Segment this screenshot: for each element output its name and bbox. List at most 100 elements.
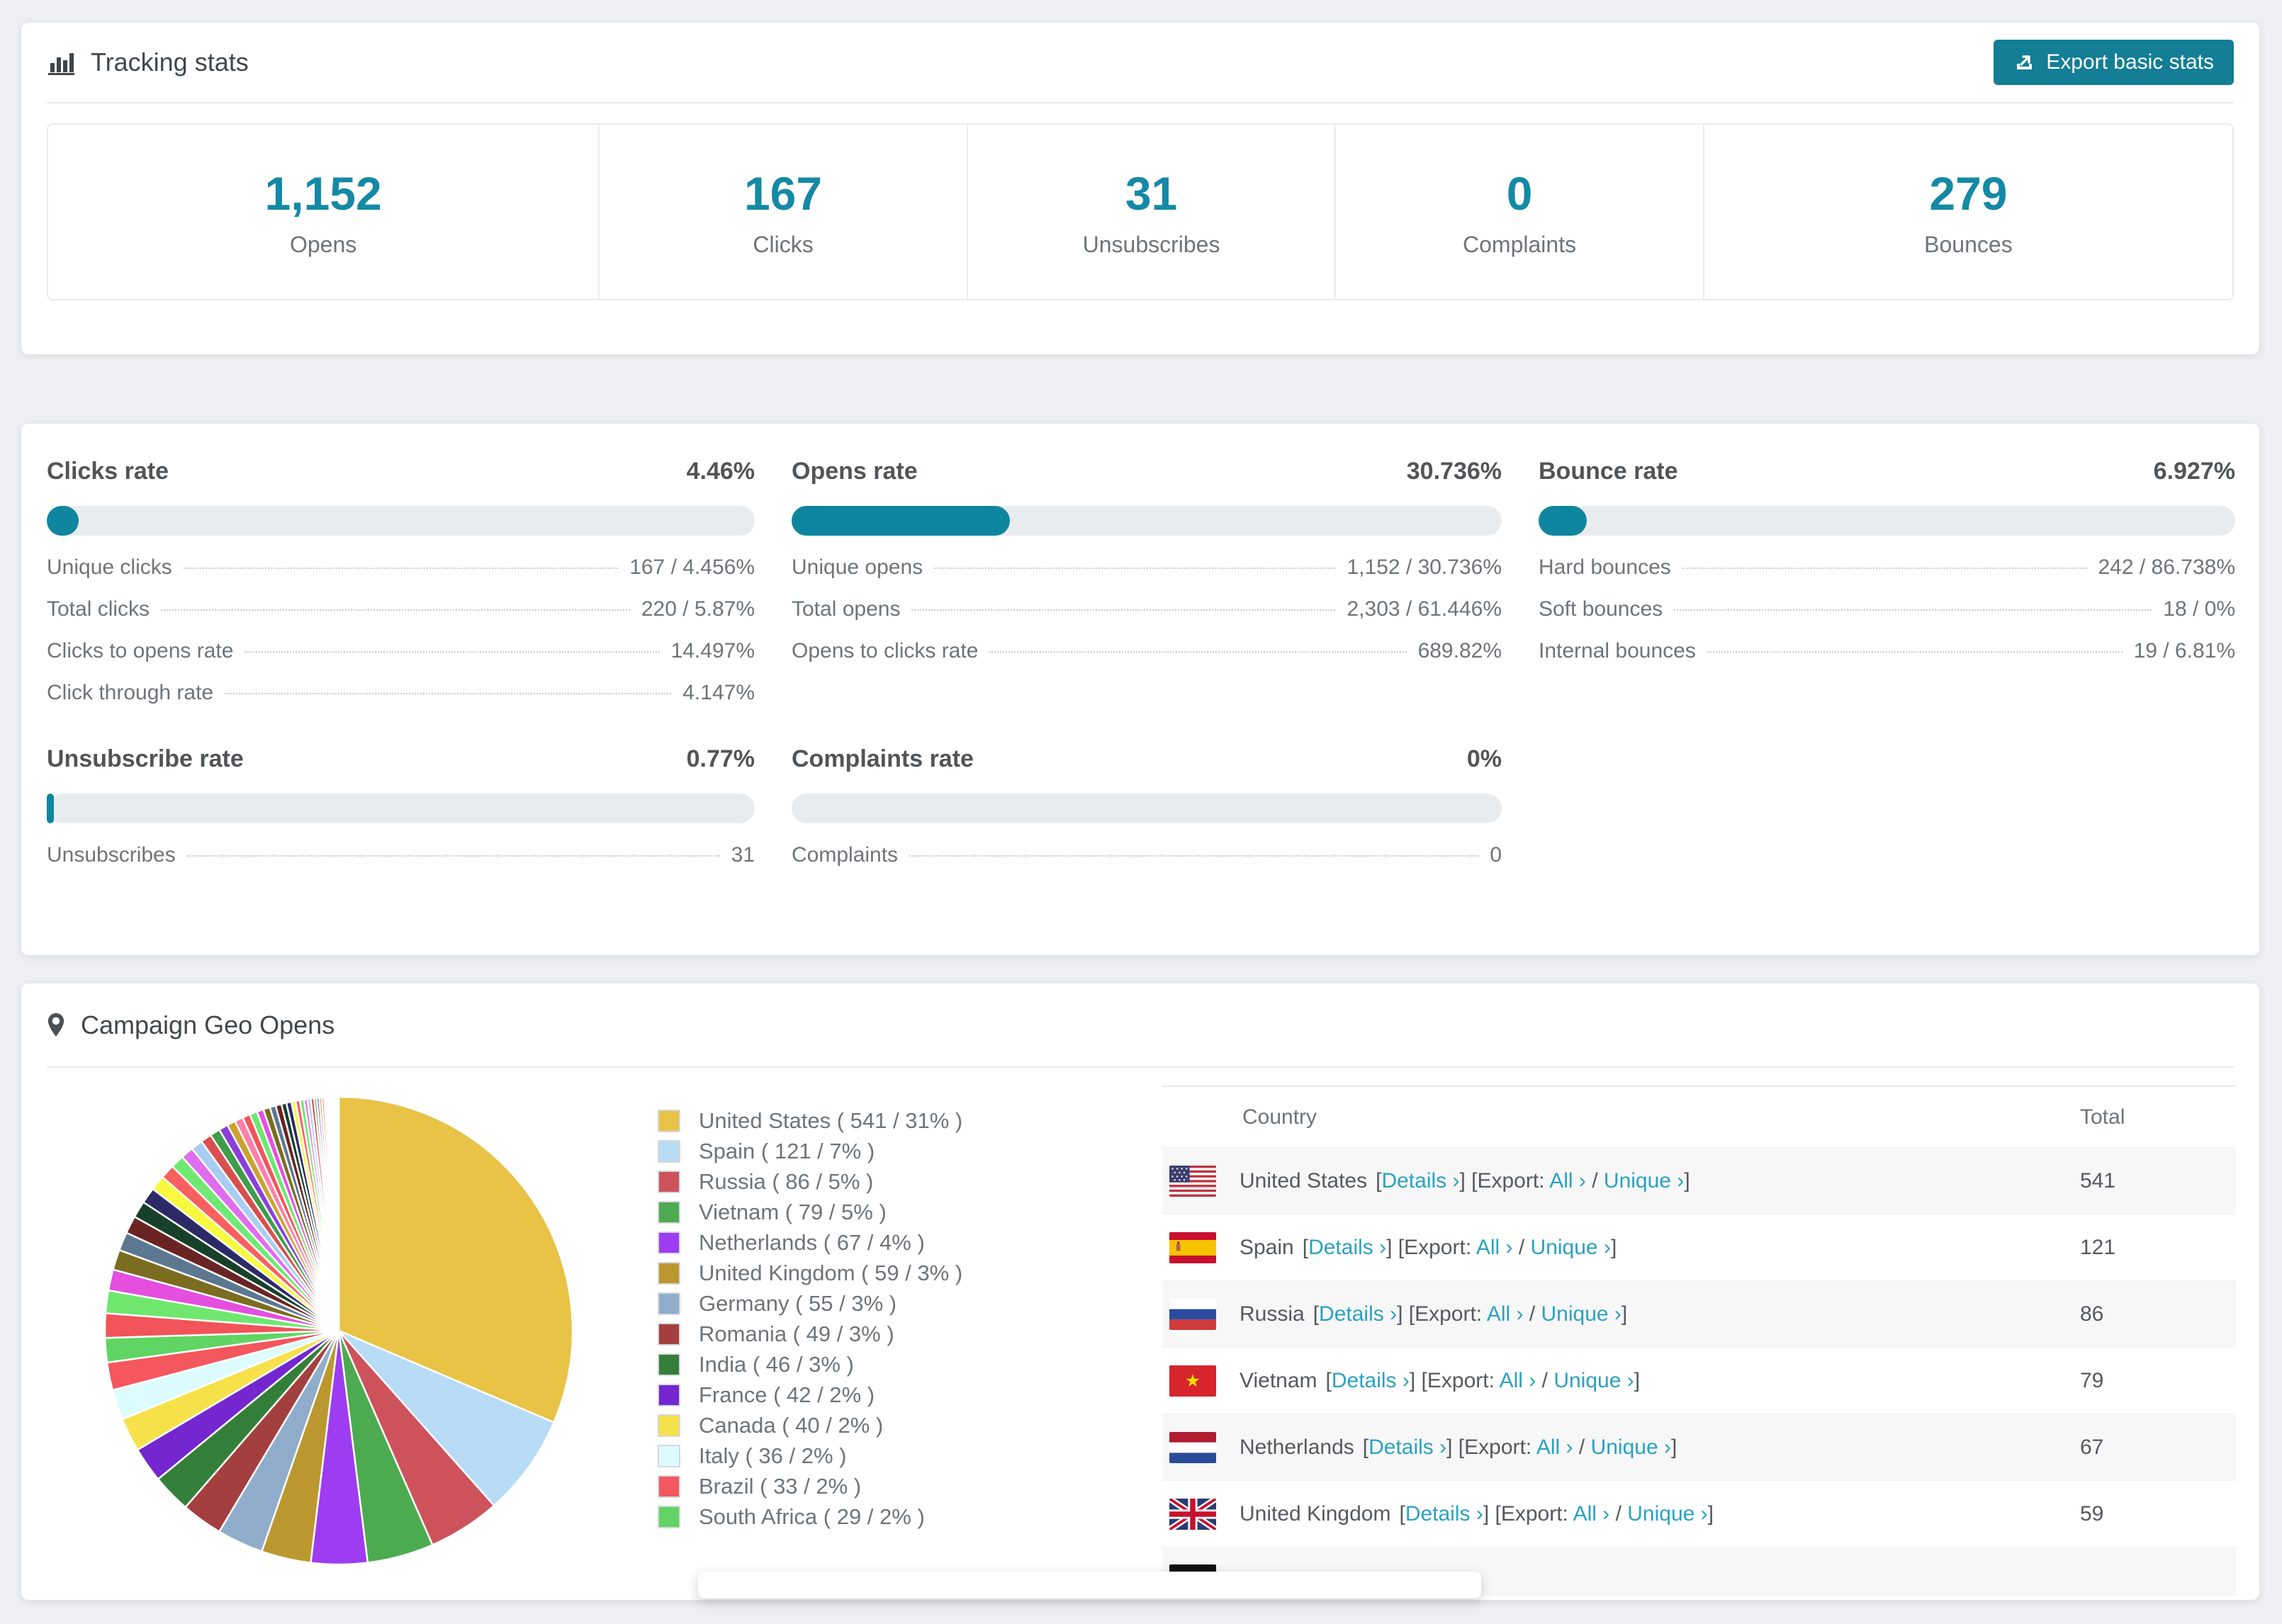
legend-item-south-africa: South Africa ( 29 / 2% ) <box>658 1501 962 1532</box>
tracking-stats-card: Tracking stats Export basic stats 1,152 O… <box>21 23 2259 354</box>
rate-row-value: 4.147% <box>682 681 755 704</box>
rate-block-unsubscribe-rate: Unsubscribe rate 0.77% Unsubscribes 31 <box>47 745 755 885</box>
dotted-leader <box>183 568 619 569</box>
bracket-open: [ <box>1325 1368 1332 1392</box>
export-unique-link[interactable]: Unique › <box>1604 1169 1684 1192</box>
rate-block-clicks-rate: Clicks rate 4.46% Unique clicks 167 / 4.456… <box>47 458 755 723</box>
bracket-close: ] <box>1610 1235 1617 1259</box>
progress-bar-clicks-rate <box>47 506 755 536</box>
legend-swatch-spain <box>658 1139 680 1163</box>
floating-overlay <box>698 1572 1481 1598</box>
progress-fill <box>792 506 1010 536</box>
export-button-label: Export basic stats <box>2046 50 2214 74</box>
legend-label: India ( 46 / 3% ) <box>699 1351 854 1377</box>
details-link[interactable]: Details › <box>1319 1302 1397 1326</box>
rate-value: 30.736% <box>1406 458 1502 485</box>
legend-label: United Kingdom ( 59 / 3% ) <box>699 1260 963 1285</box>
progress-fill <box>1539 506 1587 536</box>
legend-label: Canada ( 40 / 2% ) <box>699 1412 884 1438</box>
link-separator: / <box>1512 1235 1531 1259</box>
rate-detail-rows: Unique opens 1,152 / 30.736% Total opens 2,… <box>792 556 1502 681</box>
total-cell: 121 <box>2080 1235 2116 1259</box>
geo-header: Campaign Geo Opens <box>21 983 2259 1066</box>
legend-item-spain: Spain ( 121 / 7% ) <box>658 1136 962 1166</box>
export-all-link[interactable]: All › <box>1549 1169 1586 1192</box>
rate-row-label: Internal bounces <box>1539 639 1696 662</box>
legend-item-russia: Russia ( 86 / 5% ) <box>658 1166 962 1197</box>
campaign-geo-opens-card: Campaign Geo Opens United States ( 541 /… <box>21 983 2259 1600</box>
rate-block-complaints-rate: Complaints rate 0% Complaints 0 <box>792 745 1502 885</box>
link-separator: / <box>1585 1168 1604 1192</box>
rate-row-total-clicks: Total clicks 220 / 5.87% <box>47 597 755 639</box>
pie-slice-other[interactable] <box>337 1095 340 1332</box>
rate-row-value: 689.82% <box>1417 639 1502 662</box>
rate-row-label: Click through rate <box>47 681 214 704</box>
details-link[interactable]: Details › <box>1368 1436 1446 1459</box>
details-link[interactable]: Details › <box>1308 1236 1386 1259</box>
legend-label: Romania ( 49 / 3% ) <box>699 1321 894 1346</box>
country-cell: United Kingdom [Details ›] [Export: All ›… <box>1162 1498 2080 1530</box>
stat-card-unsubscribes: 31 Unsubscribes <box>966 125 1335 299</box>
legend-swatch-united-states <box>658 1109 680 1132</box>
nl-flag-icon <box>1169 1431 1216 1463</box>
legend-swatch-france <box>658 1383 680 1406</box>
export-all-link[interactable]: All › <box>1500 1369 1536 1392</box>
legend-label: South Africa ( 29 / 2% ) <box>699 1504 925 1529</box>
bracket-close: ] <box>1707 1501 1714 1526</box>
geo-opens-pie-chart <box>103 1095 574 1566</box>
legend-swatch-brazil <box>658 1474 680 1498</box>
rate-row-value: 0 <box>1490 843 1502 867</box>
rate-row-value: 19 / 6.81% <box>2133 639 2235 662</box>
export-unique-link[interactable]: Unique › <box>1553 1369 1634 1392</box>
legend-item-netherlands: Netherlands ( 67 / 4% ) <box>658 1227 962 1258</box>
export-all-link[interactable]: All › <box>1476 1236 1513 1259</box>
export-all-link[interactable]: All › <box>1536 1436 1573 1459</box>
legend-label: Russia ( 86 / 5% ) <box>699 1168 874 1194</box>
country-name: Russia <box>1240 1302 1305 1326</box>
export-unique-link[interactable]: Unique › <box>1627 1502 1707 1526</box>
rate-row-label: Unique opens <box>792 556 923 579</box>
rate-value: 0% <box>1466 745 1502 772</box>
legend-swatch-south-africa <box>658 1505 680 1528</box>
rate-row-label: Hard bounces <box>1539 556 1671 579</box>
legend-swatch-russia <box>658 1170 680 1193</box>
details-link[interactable]: Details › <box>1381 1169 1459 1192</box>
dotted-leader <box>911 609 1336 611</box>
rate-row-unsubscribes: Unsubscribes 31 <box>47 843 755 885</box>
legend-swatch-canada <box>658 1414 680 1437</box>
export-all-link[interactable]: All › <box>1573 1502 1610 1526</box>
legend-item-india: India ( 46 / 3% ) <box>658 1349 962 1380</box>
export-unique-link[interactable]: Unique › <box>1591 1436 1671 1459</box>
export-unique-link[interactable]: Unique › <box>1541 1302 1621 1326</box>
rates-card: Clicks rate 4.46% Unique clicks 167 / 4.456… <box>21 424 2259 955</box>
country-name: United States <box>1240 1168 1368 1192</box>
stat-label-bounces: Bounces <box>1924 231 2013 257</box>
rate-title: Opens rate <box>792 458 918 485</box>
link-separator: / <box>1573 1435 1591 1459</box>
stat-label-clicks: Clicks <box>753 231 814 257</box>
stat-value-complaints: 0 <box>1506 167 1533 220</box>
dotted-leader <box>1707 651 2123 653</box>
details-link[interactable]: Details › <box>1405 1502 1483 1526</box>
legend-item-romania: Romania ( 49 / 3% ) <box>658 1319 962 1349</box>
dotted-leader <box>989 651 1407 653</box>
rate-head-complaints-rate: Complaints rate 0% <box>792 745 1502 785</box>
us-flag-icon <box>1169 1165 1216 1197</box>
tracking-stats-title-row: Tracking stats <box>47 47 249 77</box>
bracket-open: [ <box>1399 1501 1405 1526</box>
stat-card-bounces: 279 Bounces <box>1702 125 2232 299</box>
export-basic-stats-button[interactable]: Export basic stats <box>1994 40 2234 85</box>
rate-row-value: 1,152 / 30.736% <box>1347 556 1502 579</box>
table-row-spain: Spain [Details ›] [Export: All › / Unique… <box>1162 1214 2236 1280</box>
bracket-open: [ <box>1362 1435 1369 1459</box>
table-row-netherlands: Netherlands [Details ›] [Export: All › / … <box>1162 1414 2236 1480</box>
export-unique-link[interactable]: Unique › <box>1531 1236 1611 1259</box>
legend-swatch-united-kingdom <box>658 1261 680 1285</box>
total-cell: 541 <box>2080 1168 2116 1192</box>
export-all-link[interactable]: All › <box>1487 1302 1524 1326</box>
country-cell: Spain [Details ›] [Export: All › / Unique… <box>1162 1231 2080 1263</box>
details-link[interactable]: Details › <box>1332 1369 1410 1392</box>
table-row-russia: Russia [Details ›] [Export: All › / Uniqu… <box>1162 1280 2236 1347</box>
table-row-united-states: United States [Details ›] [Export: All › … <box>1162 1147 2236 1214</box>
legend-item-vietnam: Vietnam ( 79 / 5% ) <box>658 1197 962 1227</box>
